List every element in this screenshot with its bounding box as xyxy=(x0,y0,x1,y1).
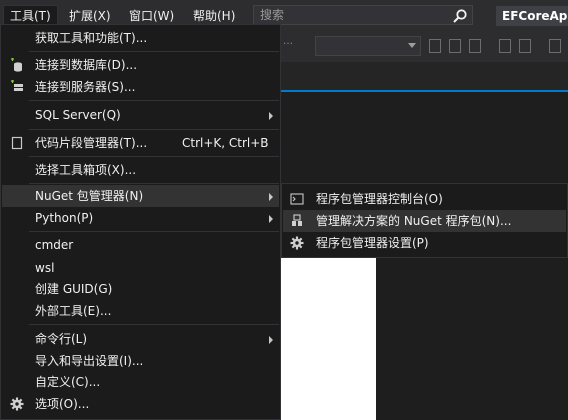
menu-separator xyxy=(29,51,279,52)
submenu-item-package-settings[interactable]: 程序包管理器设置(P) xyxy=(283,232,566,254)
menu-item-choose-toolbox[interactable]: 选择工具箱项(X)... xyxy=(2,159,279,181)
menu-item-label: 连接到服务器(S)... xyxy=(35,80,136,94)
submenu-item-label: 程序包管理器设置(P) xyxy=(316,236,429,250)
menu-item-label: SQL Server(Q) xyxy=(35,108,121,122)
gear-icon xyxy=(10,397,24,411)
menu-item-connect-server[interactable]: 连接到服务器(S)... xyxy=(2,76,279,98)
database-connect-icon xyxy=(11,58,22,72)
toolbar-outdent-icon[interactable] xyxy=(469,39,481,53)
toolbar-bookmark-icon[interactable] xyxy=(549,39,561,53)
search-box[interactable]: 搜索 xyxy=(253,5,473,25)
menu-item-code-snippets[interactable]: 代码片段管理器(T)... Ctrl+K, Ctrl+B xyxy=(2,132,279,154)
menu-separator xyxy=(29,100,279,101)
menu-item-connect-database[interactable]: 连接到数据库(D)... xyxy=(2,54,279,76)
submenu-item-manage-packages[interactable]: 管理解决方案的 NuGet 程序包(N)... xyxy=(283,210,566,232)
menu-tools[interactable]: 工具(T) xyxy=(3,5,58,27)
toolbar-overflow-icon[interactable]: … xyxy=(283,36,295,50)
menu-window[interactable]: 窗口(W) xyxy=(123,6,180,26)
menu-item-python[interactable]: Python(P) xyxy=(2,207,279,229)
menu-item-label: cmder xyxy=(35,238,74,252)
console-icon xyxy=(290,193,304,205)
nuget-submenu: 程序包管理器控制台(O) 管理解决方案的 NuGet 程序包(N)... 程序包… xyxy=(281,183,568,258)
toolbar-align-icon[interactable] xyxy=(429,39,441,53)
chevron-right-icon xyxy=(269,112,273,120)
menu-item-label: 创建 GUID(G) xyxy=(35,282,113,296)
menu-separator xyxy=(29,324,279,325)
menu-item-customize[interactable]: 自定义(C)... xyxy=(2,371,279,393)
menu-item-label: wsl xyxy=(35,261,55,275)
menu-item-wsl[interactable]: wsl xyxy=(2,257,279,279)
menu-item-cmder[interactable]: cmder xyxy=(2,234,279,256)
menu-item-create-guid[interactable]: 创建 GUID(G) xyxy=(2,278,279,300)
menu-separator xyxy=(29,129,279,130)
menu-separator xyxy=(29,183,279,184)
server-connect-icon xyxy=(11,80,23,91)
menu-separator xyxy=(29,231,279,232)
menu-item-external-tools[interactable]: 外部工具(E)... xyxy=(2,300,279,322)
menu-item-label: 外部工具(E)... xyxy=(35,304,112,318)
menu-help[interactable]: 帮助(H) xyxy=(187,6,241,26)
app-title: EFCoreApp xyxy=(496,6,568,26)
menu-item-sql-server[interactable]: SQL Server(Q) xyxy=(2,104,279,126)
search-placeholder: 搜索 xyxy=(260,8,285,22)
menu-item-label: Python(P) xyxy=(35,211,94,225)
menu-item-label: 命令行(L) xyxy=(35,332,88,346)
toolbar-combo[interactable] xyxy=(315,36,421,56)
menu-item-nuget[interactable]: NuGet 包管理器(N) xyxy=(2,185,279,207)
document-tab-accent xyxy=(281,90,568,92)
gear-icon xyxy=(290,236,304,250)
chevron-down-icon xyxy=(408,43,416,48)
package-icon xyxy=(292,214,302,226)
menu-item-label: NuGet 包管理器(N) xyxy=(35,189,144,203)
menu-item-get-tools[interactable]: 获取工具和功能(T)... xyxy=(2,27,279,49)
tools-menu: 获取工具和功能(T)... 连接到数据库(D)... 连接到服务器(S)... … xyxy=(0,24,281,420)
submenu-item-label: 管理解决方案的 NuGet 程序包(N)... xyxy=(316,214,512,228)
toolbar-uncomment-icon[interactable] xyxy=(519,39,531,53)
menu-extensions[interactable]: 扩展(X) xyxy=(63,6,117,26)
search-icon[interactable] xyxy=(452,8,468,24)
chevron-right-icon xyxy=(269,215,273,223)
menu-item-label: 导入和导出设置(I)... xyxy=(35,354,144,368)
submenu-item-package-console[interactable]: 程序包管理器控制台(O) xyxy=(283,188,566,210)
menu-item-label: 获取工具和功能(T)... xyxy=(35,31,148,45)
menu-item-label: 自定义(C)... xyxy=(35,375,101,389)
menu-item-label: 代码片段管理器(T)... xyxy=(35,136,148,150)
document-preview xyxy=(281,258,376,420)
chevron-right-icon xyxy=(269,193,273,201)
toolbar-indent-icon[interactable] xyxy=(449,39,461,53)
chevron-right-icon xyxy=(269,336,273,344)
submenu-item-label: 程序包管理器控制台(O) xyxy=(316,192,443,206)
toolbar: … xyxy=(281,30,568,62)
menu-item-command-line[interactable]: 命令行(L) xyxy=(2,328,279,350)
menu-item-label: 选择工具箱项(X)... xyxy=(35,163,137,177)
menu-item-import-export[interactable]: 导入和导出设置(I)... xyxy=(2,350,279,372)
menu-item-options[interactable]: 选项(O)... xyxy=(2,393,279,415)
snippet-icon xyxy=(11,136,23,150)
toolbar-comment-icon[interactable] xyxy=(499,39,511,53)
menu-item-label: 选项(O)... xyxy=(35,397,90,411)
menu-item-shortcut: Ctrl+K, Ctrl+B xyxy=(182,136,269,150)
menu-separator xyxy=(29,156,279,157)
menu-item-label: 连接到数据库(D)... xyxy=(35,58,138,72)
